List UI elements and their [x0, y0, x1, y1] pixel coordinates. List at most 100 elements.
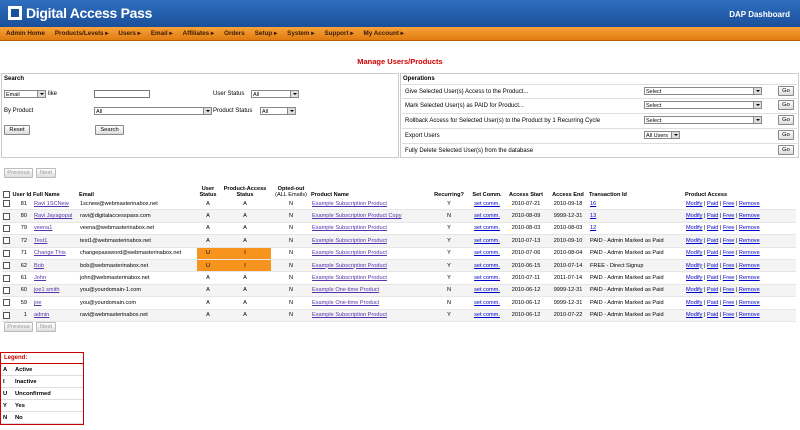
menu-item-5[interactable]: Orders [224, 30, 245, 37]
remove-link[interactable]: Remove [739, 238, 760, 244]
set-comm-link[interactable]: set comm. [469, 309, 505, 322]
next-button-top[interactable]: Next [36, 168, 56, 178]
menu-item-3[interactable]: Email ▸ [151, 30, 173, 37]
free-link[interactable]: Free [723, 250, 735, 256]
search-button[interactable]: Search [95, 125, 124, 135]
free-link[interactable]: Free [723, 300, 735, 306]
modify-link[interactable]: Modify [686, 312, 702, 318]
select-all-checkbox[interactable] [2, 180, 11, 198]
product-name-link[interactable]: Example Subscription Product [311, 234, 429, 248]
menu-item-6[interactable]: Setup ▸ [255, 30, 277, 37]
full-name-link[interactable]: John [33, 271, 79, 285]
modify-link[interactable]: Modify [686, 275, 702, 281]
menu-item-7[interactable]: System ▸ [287, 30, 314, 37]
paid-link[interactable]: Paid [707, 238, 718, 244]
menu-item-2[interactable]: Users ▸ [118, 30, 140, 37]
transaction-id[interactable]: 12 [589, 222, 685, 236]
free-link[interactable]: Free [723, 287, 735, 293]
logo[interactable]: Digital Access Pass [8, 5, 152, 21]
remove-link[interactable]: Remove [739, 201, 760, 207]
previous-button-top[interactable]: Previous [4, 168, 33, 178]
menu-item-1[interactable]: Products/Levels ▸ [55, 30, 109, 37]
operation-select[interactable]: All Users [644, 131, 680, 139]
operation-select[interactable]: Select [644, 101, 762, 109]
paid-link[interactable]: Paid [707, 312, 718, 318]
product-name-link[interactable]: Example Subscription Product [311, 271, 429, 285]
product-name-link[interactable]: Example Subscription Product [311, 222, 429, 236]
row-checkbox[interactable] [2, 198, 11, 211]
product-name-link[interactable]: Example Subscription Product [311, 247, 429, 260]
operation-go-button[interactable]: Go [778, 100, 794, 110]
modify-link[interactable]: Modify [686, 287, 702, 293]
paid-link[interactable]: Paid [707, 201, 718, 207]
set-comm-link[interactable]: set comm. [469, 247, 505, 260]
free-link[interactable]: Free [723, 238, 735, 244]
remove-link[interactable]: Remove [739, 225, 760, 231]
free-link[interactable]: Free [723, 225, 735, 231]
free-link[interactable]: Free [723, 312, 735, 318]
paid-link[interactable]: Paid [707, 300, 718, 306]
operation-select[interactable]: Select [644, 87, 762, 95]
remove-link[interactable]: Remove [739, 263, 760, 269]
set-comm-link[interactable]: set comm. [469, 209, 505, 223]
free-link[interactable]: Free [723, 201, 735, 207]
reset-button[interactable]: Reset [4, 125, 30, 135]
transaction-id[interactable]: 16 [589, 198, 685, 211]
operation-go-button[interactable]: Go [778, 145, 794, 155]
user-status-select[interactable]: All [251, 90, 299, 98]
set-comm-link[interactable]: set comm. [469, 296, 505, 310]
by-product-select[interactable]: All [94, 107, 212, 115]
paid-link[interactable]: Paid [707, 287, 718, 293]
full-name-link[interactable]: joe1 smith [33, 284, 79, 298]
product-name-link[interactable]: Example One-time Product [311, 296, 429, 310]
full-name-link[interactable]: Ravi 1SCNew [33, 198, 79, 211]
search-input[interactable] [94, 90, 150, 98]
operation-go-button[interactable]: Go [778, 86, 794, 96]
row-checkbox[interactable] [2, 234, 11, 248]
set-comm-link[interactable]: set comm. [469, 222, 505, 236]
row-checkbox[interactable] [2, 222, 11, 236]
operation-select[interactable]: Select [644, 116, 762, 124]
menu-item-8[interactable]: Support ▸ [324, 30, 353, 37]
product-name-link[interactable]: Example Subscription Product [311, 309, 429, 322]
menu-item-4[interactable]: Affiliates ▸ [183, 30, 215, 37]
full-name-link[interactable]: Change This [33, 247, 79, 260]
row-checkbox[interactable] [2, 247, 11, 260]
free-link[interactable]: Free [723, 213, 735, 219]
operation-go-button[interactable]: Go [778, 115, 794, 125]
set-comm-link[interactable]: set comm. [469, 259, 505, 273]
full-name-link[interactable]: Ravi Jayagopal [33, 209, 79, 223]
remove-link[interactable]: Remove [739, 275, 760, 281]
modify-link[interactable]: Modify [686, 213, 702, 219]
set-comm-link[interactable]: set comm. [469, 284, 505, 298]
row-checkbox[interactable] [2, 209, 11, 223]
modify-link[interactable]: Modify [686, 263, 702, 269]
row-checkbox[interactable] [2, 284, 11, 298]
paid-link[interactable]: Paid [707, 275, 718, 281]
next-button-bottom[interactable]: Next [36, 322, 56, 332]
free-link[interactable]: Free [723, 275, 735, 281]
operation-go-button[interactable]: Go [778, 130, 794, 140]
transaction-id[interactable]: 13 [589, 209, 685, 223]
modify-link[interactable]: Modify [686, 300, 702, 306]
modify-link[interactable]: Modify [686, 238, 702, 244]
product-name-link[interactable]: Example One-time Product [311, 284, 429, 298]
remove-link[interactable]: Remove [739, 250, 760, 256]
modify-link[interactable]: Modify [686, 201, 702, 207]
search-field-select[interactable]: Email [4, 90, 46, 98]
modify-link[interactable]: Modify [686, 250, 702, 256]
product-name-link[interactable]: Example Subscription Product [311, 259, 429, 273]
row-checkbox[interactable] [2, 271, 11, 285]
paid-link[interactable]: Paid [707, 225, 718, 231]
set-comm-link[interactable]: set comm. [469, 198, 505, 211]
full-name-link[interactable]: joe [33, 296, 79, 310]
row-checkbox[interactable] [2, 259, 11, 273]
paid-link[interactable]: Paid [707, 263, 718, 269]
product-name-link[interactable]: Example Subscription Product Copy [311, 209, 429, 223]
row-checkbox[interactable] [2, 309, 11, 322]
modify-link[interactable]: Modify [686, 225, 702, 231]
remove-link[interactable]: Remove [739, 312, 760, 318]
row-checkbox[interactable] [2, 296, 11, 310]
remove-link[interactable]: Remove [739, 300, 760, 306]
free-link[interactable]: Free [723, 263, 735, 269]
